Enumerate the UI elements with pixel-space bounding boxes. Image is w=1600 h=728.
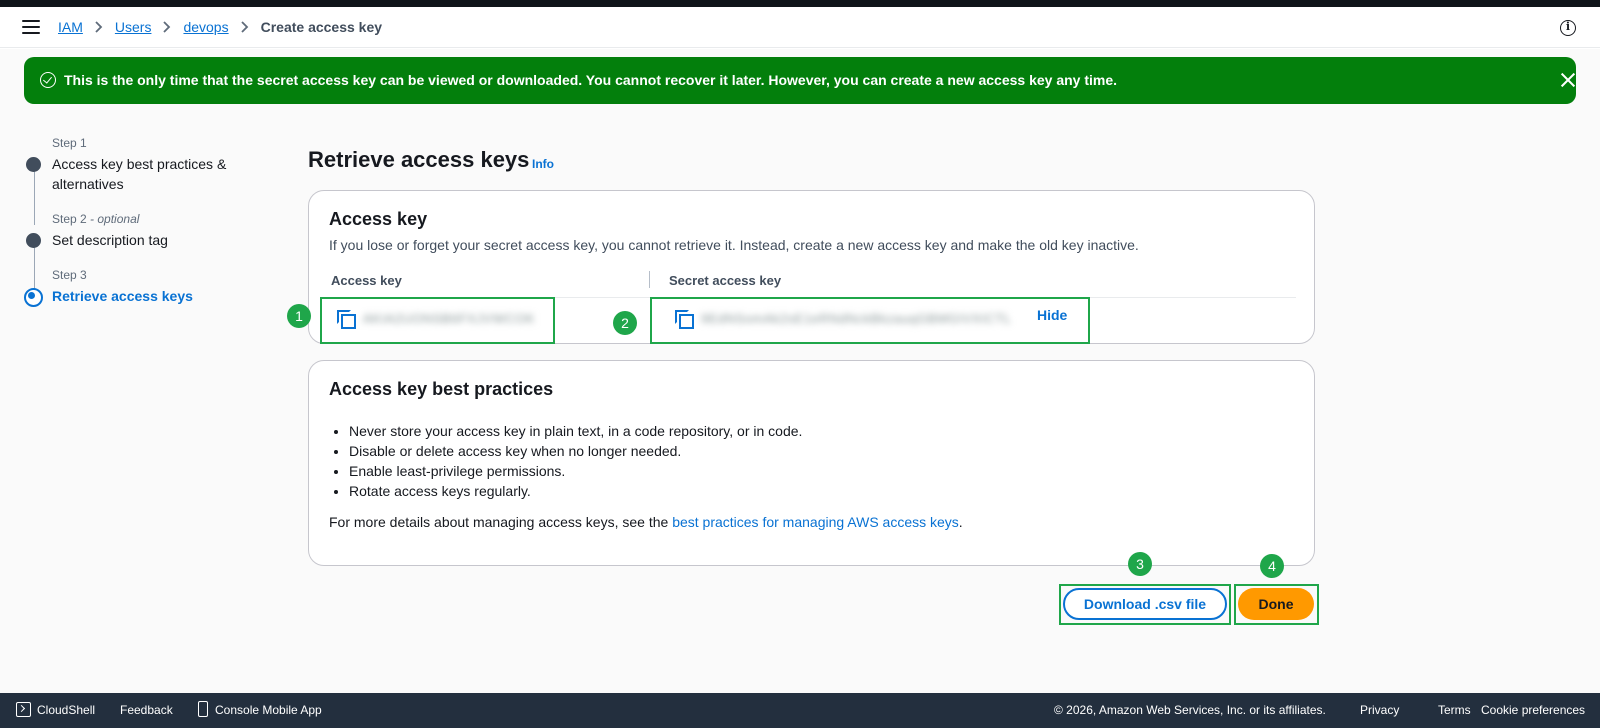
step-2-number: Step 2 - optional bbox=[52, 212, 139, 226]
best-practices-link[interactable]: best practices for managing AWS access k… bbox=[672, 514, 959, 530]
best-practices-card: Access key best practices Never store yo… bbox=[308, 360, 1315, 566]
top-strip bbox=[0, 0, 1600, 7]
hamburger-menu-icon[interactable] bbox=[22, 20, 40, 36]
step-2-number-text: Step 2 bbox=[52, 212, 87, 226]
chevron-right-icon bbox=[240, 21, 249, 33]
list-item: Disable or delete access key when no lon… bbox=[349, 441, 802, 461]
secret-key-column-header: Secret access key bbox=[669, 273, 782, 288]
console-mobile-app-link[interactable]: Console Mobile App bbox=[215, 703, 322, 717]
success-flash-bar: This is the only time that the secret ac… bbox=[24, 57, 1576, 104]
access-key-description: If you lose or forget your secret access… bbox=[329, 237, 1139, 253]
feedback-link[interactable]: Feedback bbox=[120, 703, 173, 717]
step-1-dot bbox=[26, 157, 41, 172]
close-icon[interactable] bbox=[1559, 71, 1577, 89]
console-footer: CloudShell Feedback Console Mobile App ©… bbox=[0, 693, 1600, 728]
annotation-box-1 bbox=[320, 297, 555, 344]
cookie-preferences-link[interactable]: Cookie preferences bbox=[1481, 703, 1585, 717]
list-item: Rotate access keys regularly. bbox=[349, 481, 802, 501]
breadcrumb-current: Create access key bbox=[260, 19, 383, 35]
info-circle-icon[interactable]: i bbox=[1560, 20, 1576, 36]
annotation-badge-4: 4 bbox=[1260, 554, 1284, 578]
step-2-dot bbox=[26, 233, 41, 248]
step-2-title[interactable]: Set description tag bbox=[52, 230, 252, 250]
best-practices-title: Access key best practices bbox=[329, 379, 554, 399]
annotation-badge-1: 1 bbox=[287, 304, 311, 328]
check-circle-icon bbox=[40, 72, 56, 88]
list-item: Enable least-privilege permissions. bbox=[349, 461, 802, 481]
annotation-badge-3: 3 bbox=[1128, 552, 1152, 576]
page-title: Retrieve access keys bbox=[308, 147, 530, 172]
chevron-right-icon bbox=[163, 21, 171, 33]
download-csv-button[interactable]: Download .csv file bbox=[1063, 588, 1227, 620]
step-1-title[interactable]: Access key best practices & alternatives bbox=[52, 154, 252, 194]
flash-message: This is the only time that the secret ac… bbox=[64, 72, 1118, 88]
top-header: IAM Users devops Create access key i bbox=[0, 7, 1600, 48]
privacy-link[interactable]: Privacy bbox=[1360, 703, 1399, 717]
step-3-dot bbox=[24, 288, 43, 307]
annotation-badge-2: 2 bbox=[613, 311, 637, 335]
column-divider bbox=[649, 271, 650, 288]
list-item: Never store your access key in plain tex… bbox=[349, 421, 802, 441]
done-button[interactable]: Done bbox=[1238, 588, 1314, 620]
breadcrumb-users[interactable]: Users bbox=[115, 19, 152, 35]
more-details-prefix: For more details about managing access k… bbox=[329, 514, 673, 530]
step-connector bbox=[34, 247, 35, 291]
chevron-right-icon bbox=[95, 21, 103, 33]
breadcrumb: IAM Users devops Create access key bbox=[58, 19, 382, 35]
breadcrumb-iam[interactable]: IAM bbox=[58, 19, 83, 35]
step-2-optional: - optional bbox=[90, 212, 140, 226]
terms-link[interactable]: Terms bbox=[1438, 703, 1471, 717]
access-key-card-title: Access key bbox=[329, 209, 428, 229]
copyright-text: © 2026, Amazon Web Services, Inc. or its… bbox=[1054, 703, 1326, 717]
breadcrumb-devops[interactable]: devops bbox=[183, 19, 228, 35]
step-3-number: Step 3 bbox=[52, 268, 87, 282]
step-connector bbox=[34, 167, 35, 225]
cloudshell-icon[interactable] bbox=[16, 702, 31, 717]
more-details-suffix: . bbox=[958, 514, 963, 530]
annotation-box-2 bbox=[650, 297, 1090, 344]
info-link[interactable]: Info bbox=[532, 157, 554, 171]
step-3-title: Retrieve access keys bbox=[52, 288, 193, 304]
step-1-number: Step 1 bbox=[52, 136, 87, 150]
more-details-text: For more details about managing access k… bbox=[329, 514, 963, 530]
best-practices-list: Never store your access key in plain tex… bbox=[349, 421, 802, 501]
mobile-phone-icon[interactable] bbox=[198, 701, 208, 717]
access-key-column-header: Access key bbox=[331, 273, 402, 288]
cloudshell-link[interactable]: CloudShell bbox=[37, 703, 95, 717]
